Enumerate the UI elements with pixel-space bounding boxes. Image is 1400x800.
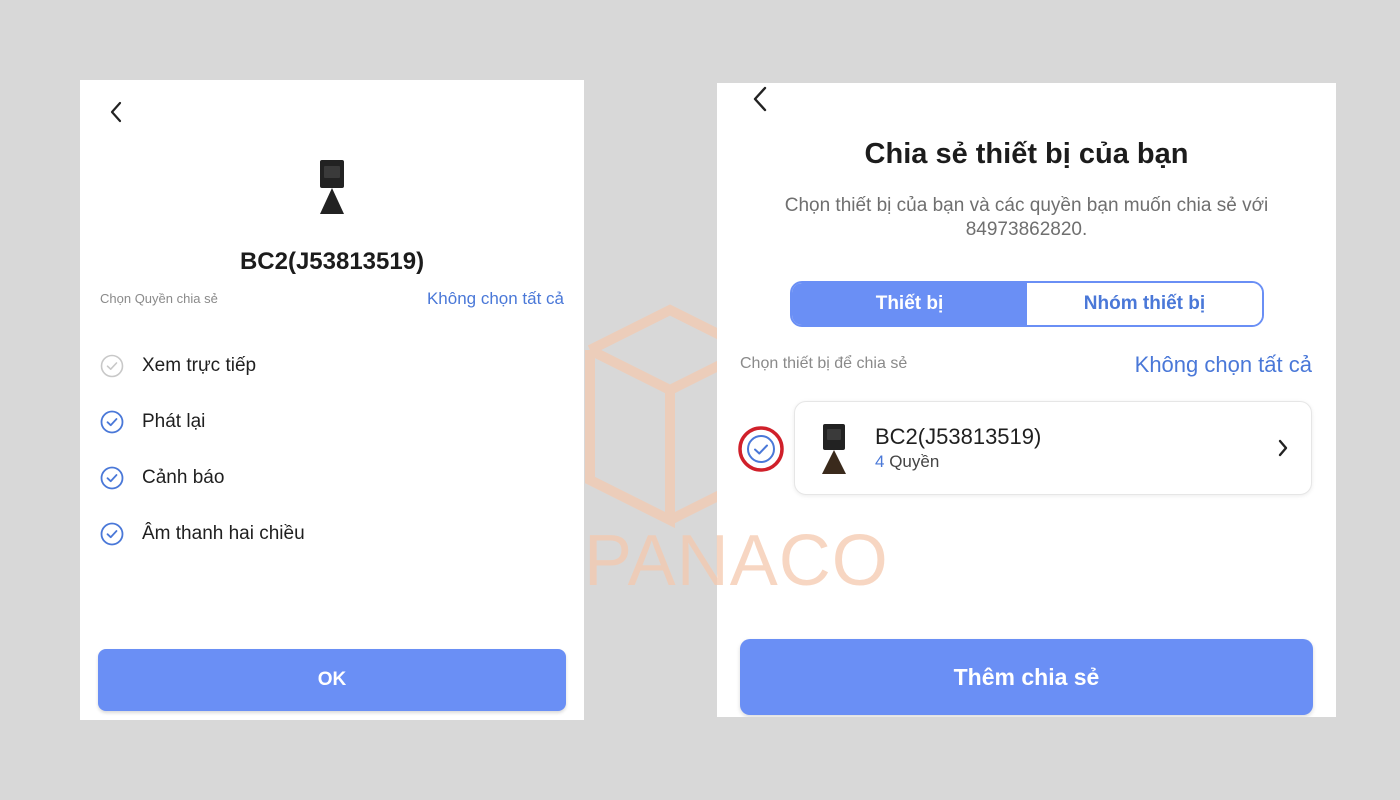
ok-button[interactable]: OK bbox=[98, 649, 566, 711]
chevron-left-icon bbox=[753, 86, 767, 112]
segmented-tabs: Thiết bị Nhóm thiết bị bbox=[790, 281, 1264, 327]
permission-label: Âm thanh hai chiều bbox=[142, 523, 305, 544]
back-button[interactable] bbox=[751, 85, 769, 113]
check-circle-icon[interactable] bbox=[100, 354, 124, 378]
device-card[interactable]: BC2(J53813519) 4 Quyền bbox=[794, 401, 1312, 495]
chevron-right-icon bbox=[1278, 439, 1288, 457]
permission-item[interactable]: Xem trực tiếp bbox=[100, 338, 305, 394]
device-permission-count: 4 Quyền bbox=[875, 452, 939, 472]
check-circle-icon[interactable] bbox=[100, 522, 124, 546]
camera-icon bbox=[320, 160, 344, 214]
permission-screen: BC2(J53813519) Chọn Quyền chia sẻ Không … bbox=[80, 80, 584, 720]
tab-device-groups[interactable]: Nhóm thiết bị bbox=[1027, 283, 1262, 325]
permission-item[interactable]: Phát lại bbox=[100, 394, 305, 450]
chevron-left-icon bbox=[110, 101, 122, 123]
section-label: Chọn thiết bị để chia sẻ bbox=[740, 355, 908, 372]
permission-label: Phát lại bbox=[142, 411, 206, 432]
camera-icon bbox=[822, 424, 846, 474]
check-circle-icon[interactable] bbox=[100, 410, 124, 434]
permission-count: 4 bbox=[875, 452, 885, 471]
check-circle-icon[interactable] bbox=[100, 466, 124, 490]
unselect-all-link[interactable]: Không chọn tất cả bbox=[427, 289, 564, 309]
device-check-icon[interactable] bbox=[737, 425, 785, 473]
tab-devices[interactable]: Thiết bị bbox=[792, 283, 1027, 325]
permission-item[interactable]: Cảnh báo bbox=[100, 450, 305, 506]
page-description: Chọn thiết bị của bạn và các quyền bạn m… bbox=[784, 195, 1269, 240]
device-name: BC2(J53813519) bbox=[875, 424, 1042, 449]
permission-unit: Quyền bbox=[889, 452, 940, 471]
share-device-screen: Chia sẻ thiết bị của bạn Chọn thiết bị c… bbox=[717, 83, 1336, 717]
add-share-button[interactable]: Thêm chia sẻ bbox=[740, 639, 1313, 715]
page-title: Chia sẻ thiết bị của bạn bbox=[864, 138, 1189, 170]
section-label: Chọn Quyền chia sẻ bbox=[100, 291, 218, 306]
permission-item[interactable]: Âm thanh hai chiều bbox=[100, 506, 305, 562]
permission-label: Xem trực tiếp bbox=[142, 355, 257, 376]
unselect-all-link[interactable]: Không chọn tất cả bbox=[1135, 352, 1312, 378]
device-title: BC2(J53813519) bbox=[239, 248, 425, 275]
back-button[interactable] bbox=[108, 100, 124, 124]
permission-label: Cảnh báo bbox=[142, 467, 225, 488]
permission-list: Xem trực tiếp Phát lại Cảnh báo Âm thanh… bbox=[100, 338, 305, 562]
